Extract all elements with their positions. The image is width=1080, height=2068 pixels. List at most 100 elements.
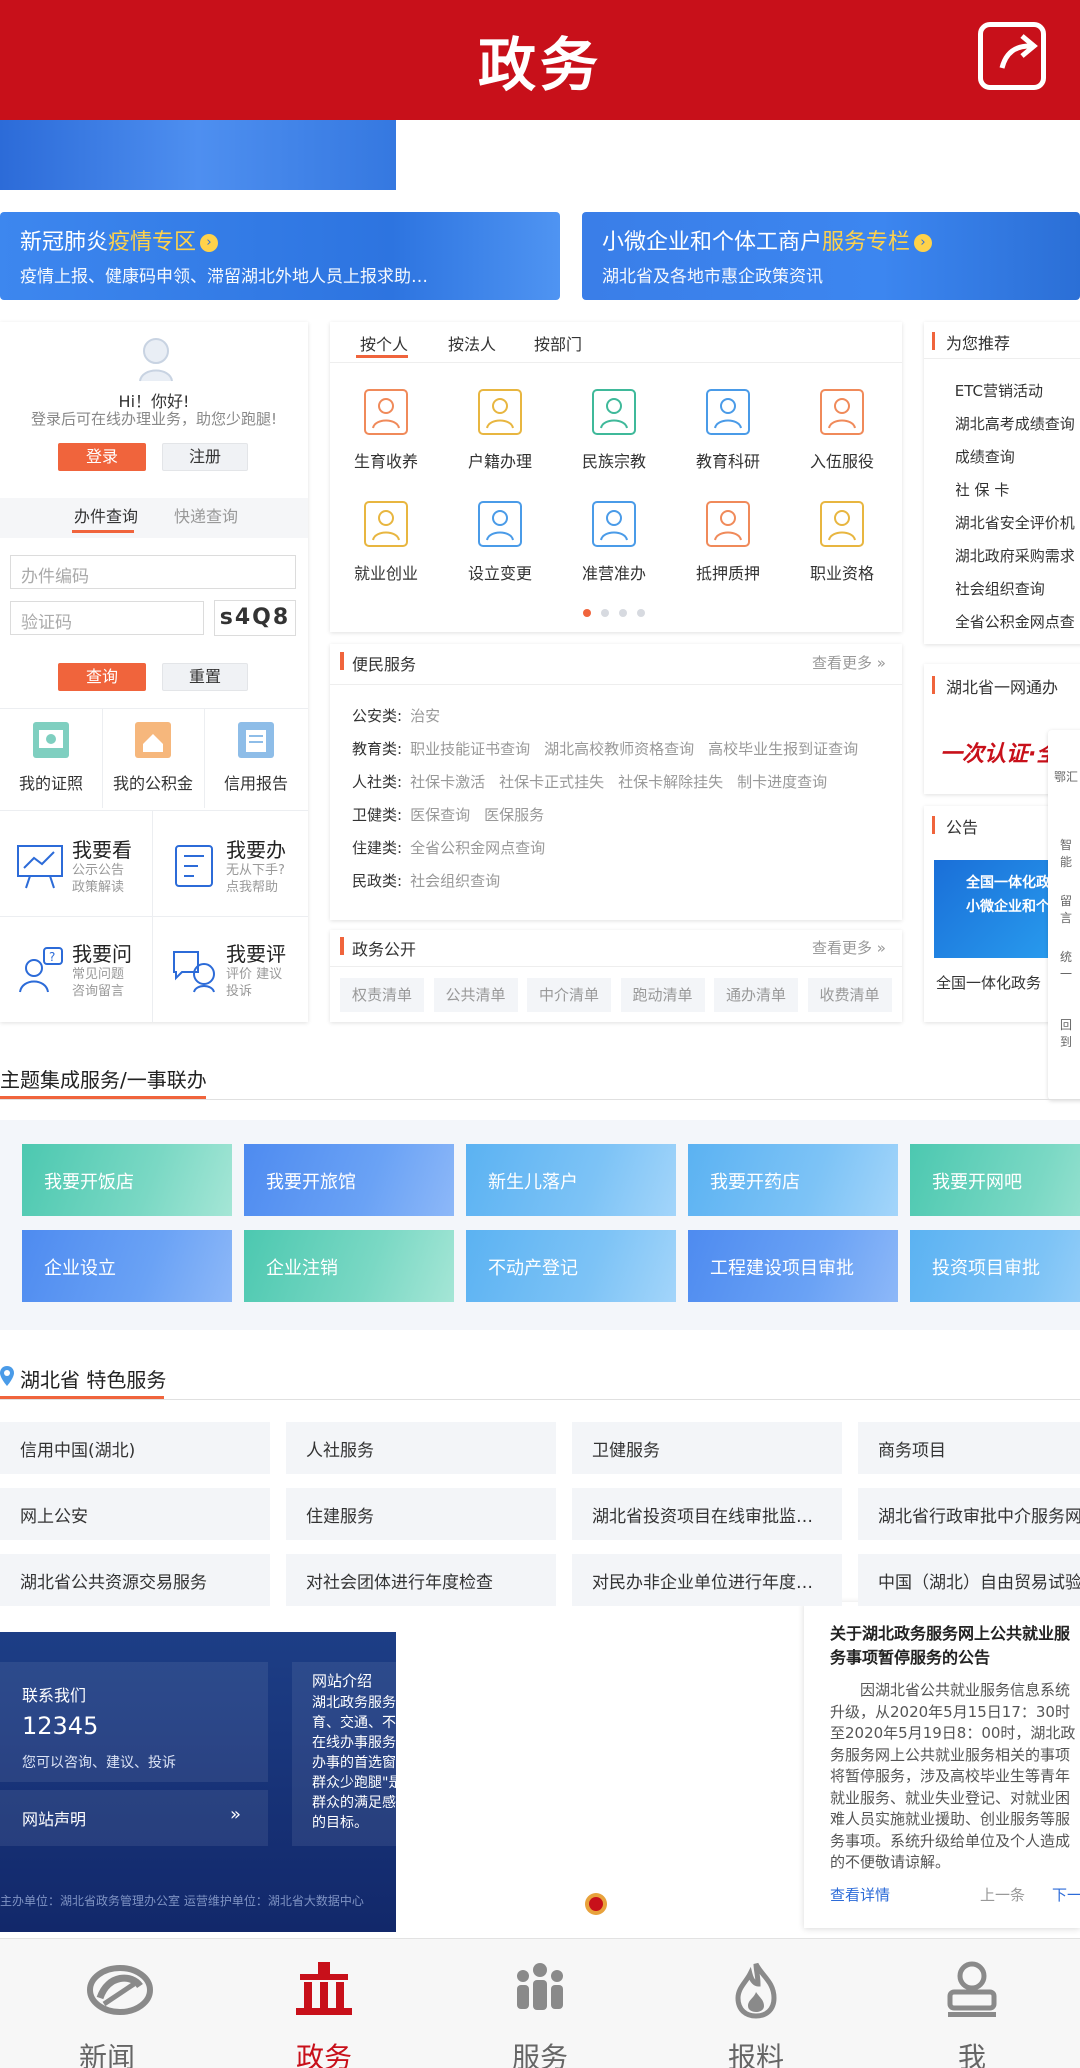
theme-tile[interactable]: 我要开药店 xyxy=(688,1144,898,1216)
side-float-item[interactable]: 统一 xyxy=(1060,948,1080,982)
special-service-item[interactable]: 湖北省投资项目在线审批监… xyxy=(572,1488,842,1540)
recommend-item[interactable]: 湖北政府采购需求 xyxy=(956,545,1080,566)
bianmin-link[interactable]: 职业技能证书查询 xyxy=(410,740,530,758)
hotline-number[interactable]: 12345 xyxy=(22,1712,98,1740)
special-service-item[interactable]: 湖北省公共资源交易服务 xyxy=(0,1554,270,1606)
service-item[interactable]: 就业创业 xyxy=(338,494,434,584)
bianmin-link[interactable]: 医保查询 xyxy=(410,806,470,824)
ethnic-religion-icon xyxy=(592,389,636,435)
permit-icon xyxy=(592,501,636,547)
special-service-item[interactable]: 对社会团体进行年度检查 xyxy=(286,1554,556,1606)
service-item[interactable]: 职业资格 xyxy=(794,494,890,584)
recommend-item[interactable]: 社 保 卡 xyxy=(956,479,1080,500)
recommend-item[interactable]: 湖北高考成绩查询 xyxy=(956,413,1080,434)
special-service-item[interactable]: 对民办非企业单位进行年度… xyxy=(572,1554,842,1606)
recommend-item[interactable]: 社会组织查询 xyxy=(956,578,1080,599)
region-label[interactable]: 湖北省 xyxy=(20,1368,80,1392)
bianmin-link[interactable]: 医保服务 xyxy=(484,806,544,824)
tab-express-query[interactable]: 快递查询 xyxy=(174,503,238,527)
case-number-input[interactable]: 办件编码 xyxy=(10,555,296,589)
tab-department[interactable]: 按部门 xyxy=(534,331,582,355)
theme-tile[interactable]: 我要开网吧 xyxy=(910,1144,1080,1216)
theme-tile[interactable]: 企业注销 xyxy=(244,1230,454,1302)
covid-banner[interactable]: 新冠肺炎疫情专区 › 疫情上报、健康码申领、滞留湖北外地人员上报求助… xyxy=(0,212,560,300)
zwgk-more-link[interactable]: 查看更多 » xyxy=(812,937,886,958)
side-float-item[interactable]: 智能 xyxy=(1060,836,1080,870)
theme-tile[interactable]: 投资项目审批 xyxy=(910,1230,1080,1302)
zwgk-chip[interactable]: 权责清单 xyxy=(340,978,424,1012)
police-badge-icon[interactable] xyxy=(584,1892,608,1916)
tab-case-query[interactable]: 办件查询 xyxy=(74,503,138,527)
theme-tile[interactable]: 企业设立 xyxy=(22,1230,232,1302)
zwgk-chip[interactable]: 跑动清单 xyxy=(620,978,705,1012)
recommend-item[interactable]: ETC营销活动 xyxy=(956,380,1080,401)
login-button[interactable]: 登录 xyxy=(58,443,146,471)
theme-tile[interactable]: 工程建设项目审批 xyxy=(688,1230,898,1302)
captcha-image[interactable]: s4Q8 xyxy=(214,600,296,636)
bianmin-link[interactable]: 社保卡激活 xyxy=(410,773,485,791)
zwgk-chip[interactable]: 收费清单 xyxy=(807,978,892,1012)
service-item[interactable]: 教育科研 xyxy=(680,382,776,472)
special-service-item[interactable]: 湖北省行政审批中介服务网 xyxy=(858,1488,1080,1540)
service-item[interactable]: 民族宗教 xyxy=(566,382,662,472)
feature-do[interactable]: 我要办 无从下手? 点我帮助 xyxy=(164,830,304,910)
theme-tile[interactable]: 我要开饭店 xyxy=(22,1144,232,1216)
bianmin-more-link[interactable]: 查看更多 » xyxy=(812,652,886,673)
bianmin-link[interactable]: 社保卡解除挂失 xyxy=(618,773,723,791)
recommend-item[interactable]: 成绩查询 xyxy=(956,446,1080,467)
bianmin-link[interactable]: 治安 xyxy=(410,707,440,725)
special-service-item[interactable]: 人社服务 xyxy=(286,1422,556,1474)
theme-tile[interactable]: 新生儿落户 xyxy=(466,1144,676,1216)
bianmin-link[interactable]: 制卡进度查询 xyxy=(737,773,827,791)
bianmin-link[interactable]: 社会组织查询 xyxy=(410,872,500,890)
tab-legal-person[interactable]: 按法人 xyxy=(448,331,496,355)
captcha-input[interactable]: 验证码 xyxy=(10,601,204,635)
special-service-item[interactable]: 住建服务 xyxy=(286,1488,556,1540)
feature-view[interactable]: 我要看 公示公告 政策解读 xyxy=(10,830,150,910)
bianmin-link[interactable]: 高校毕业生报到证查询 xyxy=(708,740,858,758)
feature-ask[interactable]: ? 我要问 常见问题 咨询留言 xyxy=(10,934,150,1014)
tab-personal[interactable]: 按个人 xyxy=(360,331,408,355)
recommend-item[interactable]: 湖北省安全评价机 xyxy=(956,512,1080,533)
query-button[interactable]: 查询 xyxy=(58,663,146,691)
feature-rate[interactable]: 我要评 评价 建议 投诉 xyxy=(164,934,304,1014)
bianmin-link[interactable]: 湖北高校教师资格查询 xyxy=(544,740,694,758)
service-item[interactable]: 户籍办理 xyxy=(452,382,548,472)
service-item[interactable]: 生育收养 xyxy=(338,382,434,472)
notice-prev[interactable]: 上一条 xyxy=(980,1884,1025,1905)
special-service-item[interactable]: 商务项目 xyxy=(858,1422,1080,1474)
zwgk-chip[interactable]: 通办清单 xyxy=(714,978,798,1012)
service-item[interactable]: 抵押质押 xyxy=(680,494,776,584)
share-icon[interactable] xyxy=(978,22,1046,90)
my-certificates[interactable]: 我的证照 xyxy=(0,718,102,794)
notice-next[interactable]: 下一 xyxy=(1052,1884,1080,1905)
special-service-item[interactable]: 卫健服务 xyxy=(572,1422,842,1474)
special-service-item[interactable]: 中国（湖北）自由贸易试验 xyxy=(858,1554,1080,1606)
zwgk-chip[interactable]: 公共清单 xyxy=(433,978,518,1012)
side-float-item[interactable]: 鄂汇 xyxy=(1054,768,1078,785)
special-service-item[interactable]: 网上公安 xyxy=(0,1488,270,1540)
service-item[interactable]: 入伍服役 xyxy=(794,382,890,472)
notice-title: 关于湖北政务服务网上公共就业服务事项暂停服务的公告 xyxy=(830,1624,1071,1667)
small-business-banner[interactable]: 小微企业和个体工商户服务专栏 › 湖北省及各地市惠企政策资讯 xyxy=(582,212,1080,300)
register-button[interactable]: 注册 xyxy=(162,443,248,471)
bianmin-link[interactable]: 全省公积金网点查询 xyxy=(410,839,545,857)
zwgk-chip[interactable]: 中介清单 xyxy=(527,978,611,1012)
reset-button[interactable]: 重置 xyxy=(162,663,248,691)
bianmin-link[interactable]: 社保卡正式挂失 xyxy=(499,773,604,791)
theme-tile[interactable]: 不动产登记 xyxy=(466,1230,676,1302)
recommend-item[interactable]: 全省公积金网点查 xyxy=(956,611,1080,632)
feature-sub: 评价 建议 xyxy=(226,967,283,982)
my-housing-fund[interactable]: 我的公积金 xyxy=(102,718,204,794)
top-banner-strip[interactable] xyxy=(0,120,396,190)
side-float-item[interactable]: 回到 xyxy=(1060,1016,1080,1050)
contact-tip: 您可以咨询、建议、投诉 xyxy=(22,1755,176,1771)
side-float-item[interactable]: 留言 xyxy=(1060,892,1080,926)
notice-detail-link[interactable]: 查看详情 xyxy=(830,1884,890,1905)
theme-tile[interactable]: 我要开旅馆 xyxy=(244,1144,454,1216)
service-item[interactable]: 设立变更 xyxy=(452,494,548,584)
gonggao-caption[interactable]: 全国一体化政务 xyxy=(936,972,1041,993)
credit-report[interactable]: 信用报告 xyxy=(204,718,308,794)
special-service-item[interactable]: 信用中国(湖北) xyxy=(0,1422,270,1474)
service-item[interactable]: 准营准办 xyxy=(566,494,662,584)
